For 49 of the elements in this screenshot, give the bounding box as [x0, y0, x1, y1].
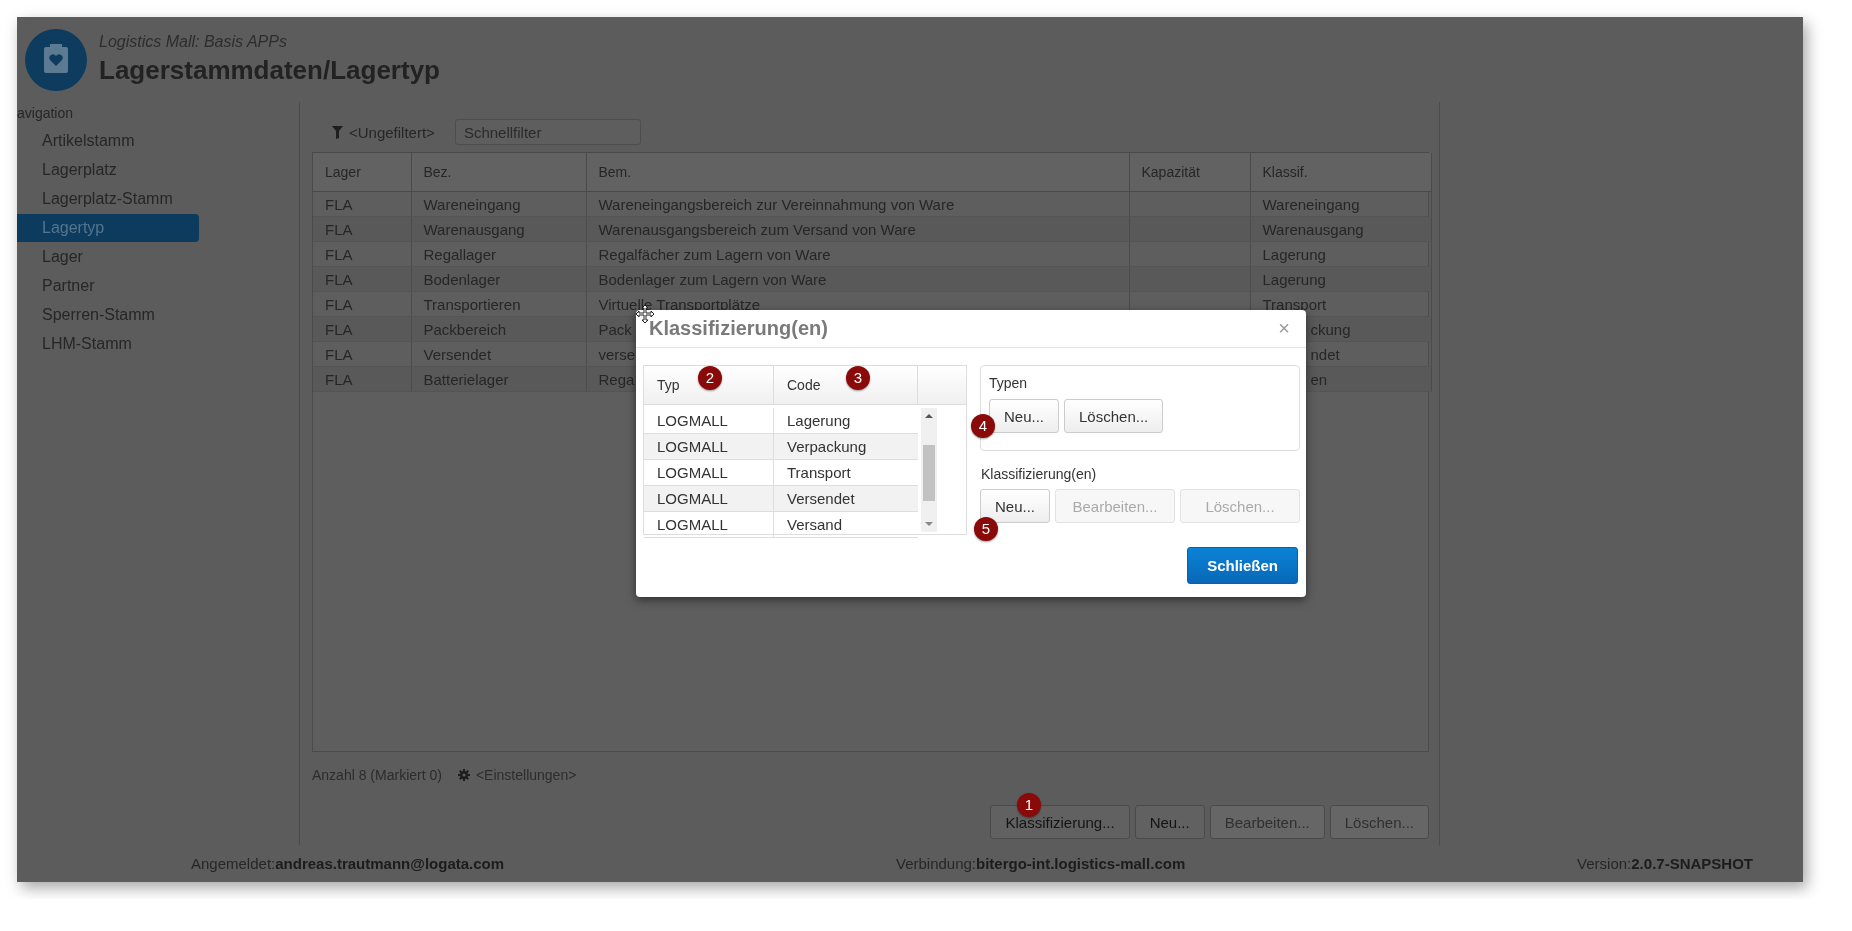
nav-item[interactable]: Lagertyp: [17, 214, 199, 242]
column-header[interactable]: Typ: [657, 377, 680, 393]
table-cell: LOGMALL: [644, 460, 774, 485]
column-header[interactable]: Bem.: [586, 153, 1129, 192]
table-cell-text: Transport: [786, 463, 852, 483]
column-header[interactable]: Bez.: [411, 153, 586, 192]
table-cell: LOGMALL: [644, 434, 774, 459]
dialog-button[interactable]: Neu...: [980, 489, 1051, 523]
table-cell: Wareneingangsbereich zur Vereinnahmung von Ware: [586, 191, 1129, 217]
table-cell: Regallager: [411, 241, 586, 267]
table-cell-text: Lagerung: [786, 411, 852, 431]
gear-icon[interactable]: [457, 769, 470, 781]
callout-badge: 5: [974, 517, 998, 541]
table-cell: Wareneingang: [1250, 191, 1431, 217]
callout-badge: 3: [846, 366, 870, 390]
table-cell: Lagerung: [1250, 241, 1431, 267]
table-cell: FLA: [313, 241, 411, 267]
group-label: Klassifizierung(en): [981, 466, 1098, 482]
table-cell: LOGMALL: [644, 408, 774, 433]
scrollbar[interactable]: [921, 408, 937, 532]
filter-icon[interactable]: [332, 125, 343, 139]
dialog-button[interactable]: Löschen...: [1064, 399, 1164, 433]
table-cell: FLA: [313, 191, 411, 217]
table-cell: LOGMALL: [644, 486, 774, 511]
table-cell: Versendet: [411, 341, 586, 367]
callout-badge: 4: [971, 414, 995, 438]
dialog-button[interactable]: Neu...: [989, 399, 1060, 433]
column-header[interactable]: Klassif.: [1250, 153, 1431, 192]
table-cell: FLA: [313, 341, 411, 367]
table-cell-text: Versand: [786, 515, 844, 535]
table-cell: Regalfächer zum Lagern von Ware: [586, 241, 1129, 267]
page-title: Lagerstammdaten/Lagertyp: [99, 55, 440, 86]
callout-badge: 1: [1017, 793, 1041, 817]
column-header[interactable]: Lager: [313, 153, 411, 192]
group-label: Typen: [989, 375, 1029, 391]
column-header[interactable]: Code: [787, 377, 821, 393]
logo-icon: [25, 28, 87, 91]
column-header[interactable]: Kapazität: [1129, 153, 1250, 192]
table-cell: Transportieren: [411, 291, 586, 317]
close-dialog-button[interactable]: Schließen: [1187, 547, 1298, 584]
table-cell-text: Versendet: [786, 489, 856, 509]
table-cell: FLA: [313, 291, 411, 317]
table-cell: LOGMALL: [644, 512, 774, 537]
table-cell-text: Verpackung: [786, 437, 868, 457]
callout-badge: 2: [698, 366, 722, 390]
dialog-title: Klassifizierung(en): [649, 317, 828, 340]
toolbar-button[interactable]: Neu...: [1134, 805, 1205, 839]
table-cell: Wareneingang: [411, 191, 586, 217]
close-button[interactable]: ×: [1276, 317, 1292, 340]
